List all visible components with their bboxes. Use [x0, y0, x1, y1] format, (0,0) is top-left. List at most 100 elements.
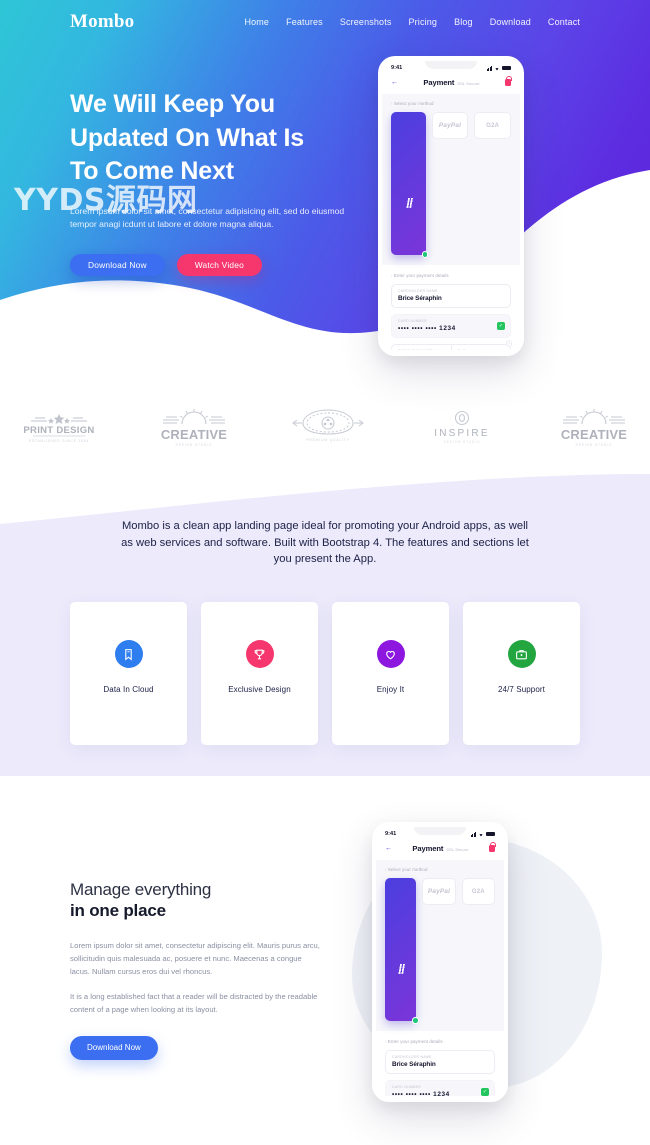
method-paypal[interactable]: PayPal	[431, 112, 469, 139]
card-number-label: CARD NUMBER	[392, 1085, 422, 1089]
phone-title-wrap: Payment SSL Secure	[396, 844, 485, 853]
method-credit-card[interactable]	[385, 878, 419, 1024]
brand-logo[interactable]: Mombo	[70, 11, 134, 33]
cvc-field[interactable]: CVC •••	[450, 345, 511, 350]
bookmark-icon	[114, 640, 143, 668]
brand-logos-row: PRINT DESIGN ESTABLISHED SINCE 1984 CREA…	[0, 392, 650, 464]
card-valid-check-icon: ✓	[481, 1088, 489, 1096]
lock-icon	[505, 76, 512, 87]
cardholder-value: Brice Séraphin	[392, 1061, 436, 1068]
phone-header: ← Payment SSL Secure	[382, 73, 520, 94]
payment-title: Payment	[423, 78, 455, 87]
download-now-button[interactable]: Download Now	[70, 254, 165, 277]
nav-links: Home Features Screenshots Pricing Blog D…	[244, 17, 580, 27]
card-number-field[interactable]: CARD NUMBER •••• •••• •••• 1234 ✓	[385, 1080, 495, 1096]
hero-title-line-3: To Come Next	[70, 157, 234, 185]
nav-link-download[interactable]: Download	[490, 17, 531, 27]
svg-text:INSPIRE: INSPIRE	[434, 428, 489, 439]
expiration-label: EXPIRATION DATE	[398, 349, 445, 350]
svg-text:PRINT DESIGN: PRINT DESIGN	[23, 425, 94, 436]
expiration-field[interactable]: EXPIRATION DATE 10 / 19	[392, 345, 451, 350]
lavender-top-cut	[0, 464, 650, 524]
feature-card-enjoy-it[interactable]: Enjoy It	[332, 602, 449, 745]
status-time: 9:41	[385, 831, 397, 837]
intro-paragraph: Mombo is a clean app landing page ideal …	[121, 520, 529, 566]
phone-header: ← Payment SSL Secure	[376, 839, 504, 860]
select-method-panel: Select your method PayPal G2A	[376, 860, 504, 1031]
feature-cards-row: Data In Cloud Exclusive Design Enjoy It …	[70, 602, 580, 745]
payment-title: Payment	[412, 844, 444, 853]
nav-link-home[interactable]: Home	[244, 17, 269, 27]
method-credit-card[interactable]	[391, 112, 429, 258]
card-valid-check-icon: ✓	[497, 322, 505, 330]
card-number-value: •••• •••• •••• 1234	[392, 1091, 450, 1096]
method-paypal[interactable]: PayPal	[422, 878, 456, 905]
feature-card-support[interactable]: 24/7 Support	[463, 602, 580, 745]
feature-title: 24/7 Support	[497, 685, 545, 694]
signal-icon	[486, 65, 492, 71]
manage-heading-bold: in one place	[70, 901, 166, 920]
heart-icon	[376, 640, 405, 668]
method-g2a[interactable]: G2A	[474, 112, 512, 139]
payment-details-body: Enter your payment details CARDHOLDER NA…	[376, 1031, 504, 1096]
feature-card-exclusive-design[interactable]: Exclusive Design	[201, 602, 318, 745]
ssl-secure-label: SSL Secure	[446, 847, 469, 852]
phone-screen: 9:41 ← Payment SSL Secure Select your me…	[382, 61, 520, 350]
cardholder-field[interactable]: CARDHOLDER NAME Brice Séraphin	[385, 1050, 495, 1074]
manage-phone-mockup: 9:41 ← Payment SSL Secure Select your me…	[372, 822, 508, 1102]
cvc-label: CVC	[458, 349, 505, 350]
select-method-label: Select your method	[391, 101, 511, 106]
hero-title-line-1: We Will Keep You	[70, 90, 275, 118]
briefcase-icon	[507, 640, 536, 668]
logo-inspire: INSPIRE DESIGN STUDIO	[434, 410, 489, 444]
select-method-label: Select your method	[385, 867, 495, 872]
landing-page: Mombo Home Features Screenshots Pricing …	[0, 0, 650, 1145]
select-method-panel: Select your method PayPal G2A	[382, 94, 520, 265]
method-g2a[interactable]: G2A	[461, 878, 495, 905]
battery-icon	[486, 831, 495, 837]
hero-section: Mombo Home Features Screenshots Pricing …	[0, 0, 650, 390]
back-arrow-icon[interactable]: ←	[391, 79, 398, 86]
nav-link-pricing[interactable]: Pricing	[409, 17, 438, 27]
feature-title: Enjoy It	[376, 685, 405, 694]
watch-video-button[interactable]: Watch Video	[176, 254, 262, 277]
card-swirl-icon	[401, 197, 415, 208]
lock-icon	[489, 842, 496, 853]
signal-icon	[470, 831, 476, 837]
nav-link-blog[interactable]: Blog	[454, 17, 473, 27]
logo-print-design: PRINT DESIGN ESTABLISHED SINCE 1984	[23, 414, 94, 443]
logo-badge: PREMIUM QUALITY	[292, 409, 364, 442]
svg-text:DESIGN STUDIO: DESIGN STUDIO	[176, 443, 213, 447]
manage-paragraph-2: It is a long established fact that a rea…	[70, 992, 318, 1015]
hero-copy: We Will Keep You Updated On What Is To C…	[70, 88, 370, 277]
nav-link-contact[interactable]: Contact	[548, 17, 580, 27]
ssl-secure-label: SSL Secure	[457, 81, 480, 86]
phone-notch	[414, 827, 466, 835]
logo-creative-1: CREATIVE DESIGN STUDIO	[161, 409, 227, 447]
cardholder-label: CARDHOLDER NAME	[392, 1055, 432, 1059]
status-icons	[470, 831, 495, 837]
intro-text-block: Mombo is a clean app landing page ideal …	[0, 518, 650, 568]
nav-link-features[interactable]: Features	[286, 17, 323, 27]
payment-details-body: Enter your payment details CARDHOLDER NA…	[382, 265, 520, 350]
cvc-help-icon[interactable]: ?	[505, 340, 512, 347]
manage-download-button[interactable]: Download Now	[70, 1036, 158, 1061]
svg-text:CREATIVE: CREATIVE	[561, 427, 627, 442]
method-selected-check-icon	[412, 1017, 419, 1024]
phone-title-wrap: Payment SSL Secure	[402, 78, 501, 87]
cardholder-field[interactable]: CARDHOLDER NAME Brice Séraphin	[391, 284, 511, 308]
manage-heading-light: Manage everything	[70, 880, 212, 899]
back-arrow-icon[interactable]: ←	[385, 845, 392, 852]
logo-creative-2: CREATIVE DESIGN STUDIO	[561, 409, 627, 447]
svg-text:PREMIUM QUALITY: PREMIUM QUALITY	[306, 438, 349, 442]
status-time: 9:41	[391, 65, 403, 71]
feature-title: Exclusive Design	[228, 685, 291, 694]
nav-link-screenshots[interactable]: Screenshots	[340, 17, 392, 27]
feature-card-data-in-cloud[interactable]: Data In Cloud	[70, 602, 187, 745]
svg-text:DESIGN STUDIO: DESIGN STUDIO	[576, 443, 613, 447]
hero-buttons: Download Now Watch Video	[70, 254, 370, 277]
feature-title: Data In Cloud	[103, 685, 154, 694]
enter-details-label: Enter your payment details	[391, 273, 511, 278]
card-number-field[interactable]: CARD NUMBER •••• •••• •••• 1234 ✓	[391, 314, 511, 338]
status-icons	[486, 65, 511, 71]
